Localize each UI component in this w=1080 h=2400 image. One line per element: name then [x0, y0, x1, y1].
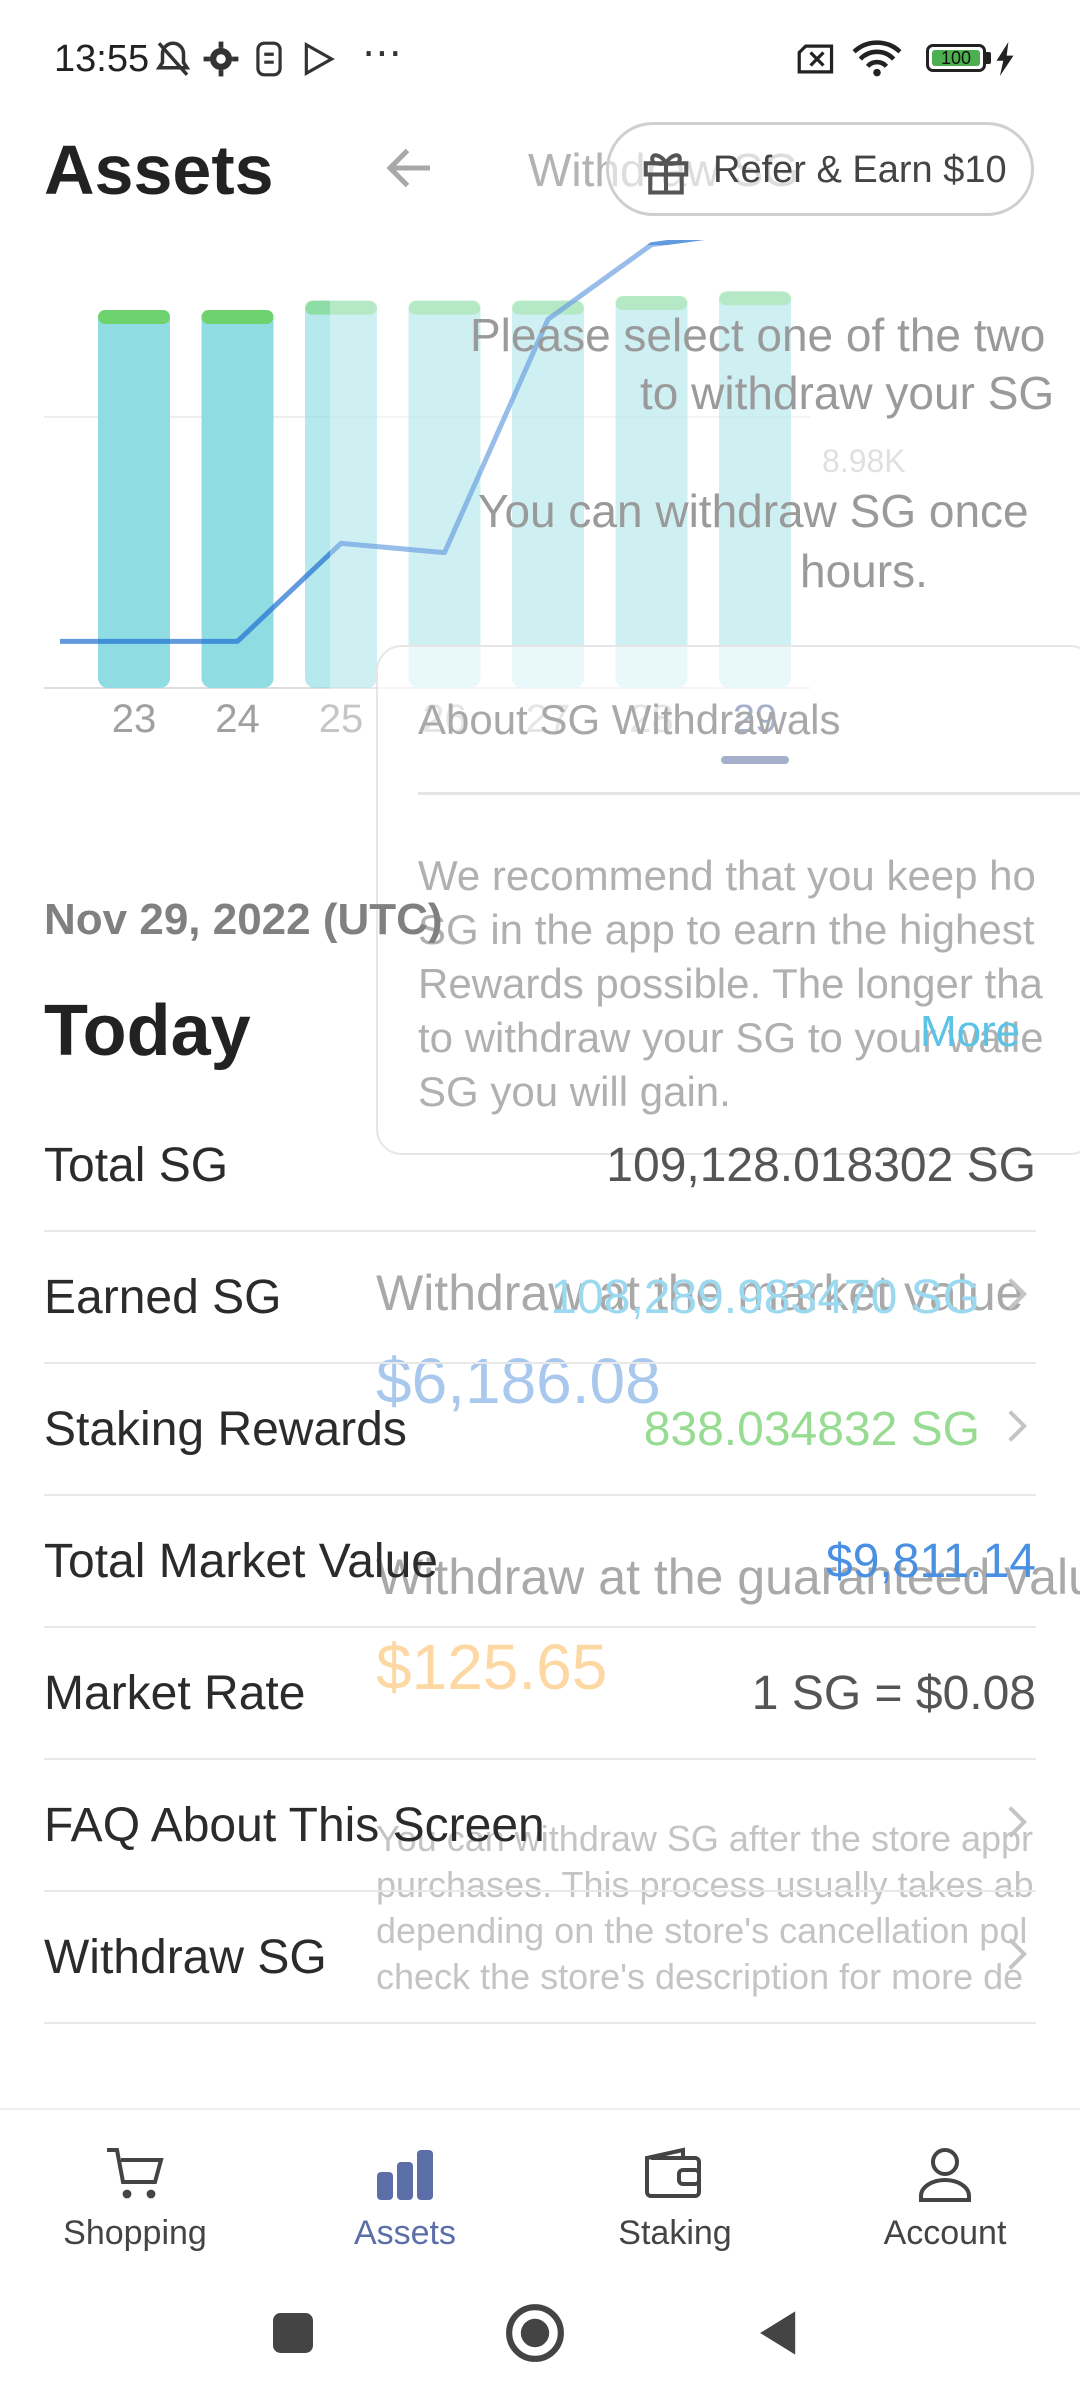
chart-x-tick[interactable]: 23 — [112, 697, 157, 741]
back-arrow-icon[interactable] — [380, 138, 440, 198]
more-dots-icon: ⋯ — [362, 31, 402, 75]
overlay-instruction-line: Please select one of the two — [470, 309, 1046, 361]
bar-chart-icon — [377, 2150, 433, 2200]
row-value: 109,128.018302 SG — [606, 1139, 1036, 1192]
chevron-right-icon — [1008, 1938, 1028, 1970]
battery-tip — [986, 52, 991, 64]
chart-bar[interactable] — [98, 310, 170, 688]
row-market-rate: Market Rate 1 SG = $0.08 — [44, 1628, 1036, 1760]
row-label: Staking Rewards — [44, 1403, 407, 1456]
page-title: Assets — [44, 131, 274, 209]
about-withdrawals-title: About SG Withdrawals — [418, 696, 841, 743]
chart-bar-cap — [98, 310, 170, 324]
nav-account[interactable]: Account — [810, 2110, 1080, 2270]
card-body-line: Rewards possible. The longer tha — [418, 960, 1043, 1007]
row-label: Withdraw SG — [44, 1931, 327, 1984]
nav-label: Account — [883, 2214, 1007, 2252]
chevron-right-icon — [1008, 1806, 1028, 1838]
nav-label: Shopping — [63, 2214, 207, 2252]
card-divider — [418, 792, 1080, 795]
back-icon[interactable] — [752, 2306, 806, 2360]
more-link[interactable]: More — [920, 1007, 1020, 1057]
wallet-icon — [645, 2147, 701, 2198]
chevron-right-icon — [1008, 1410, 1028, 1442]
bottom-nav: Shopping Assets Staking Account — [0, 2108, 1080, 2270]
nav-label: Assets — [353, 2214, 457, 2252]
recents-icon[interactable] — [268, 2308, 318, 2358]
row-value: 838.034832 SG — [643, 1403, 980, 1456]
row-faq[interactable]: FAQ About This Screen — [44, 1760, 1036, 1892]
row-staking-rewards[interactable]: Staking Rewards 838.034832 SG — [44, 1364, 1036, 1496]
system-nav — [0, 2268, 1080, 2400]
overlay-instruction-line: to withdraw your SG — [640, 367, 1055, 419]
nav-label: Staking — [618, 2214, 732, 2252]
play-store-icon — [304, 42, 335, 76]
sim-icon — [256, 41, 282, 77]
row-label: Total Market Value — [44, 1535, 438, 1588]
chart-bar-cap — [201, 310, 274, 324]
refer-earn-label: Refer & Earn $10 — [713, 149, 1007, 191]
wifi-icon — [852, 40, 902, 77]
battery-icon: 100 — [926, 44, 986, 72]
status-bar: 13:55 ⋯ 100 — [0, 0, 1080, 120]
chart-x-tick[interactable]: 24 — [215, 697, 260, 741]
charging-icon — [996, 42, 1014, 76]
row-total-sg: Total SG 109,128.018302 SG — [44, 1100, 1036, 1232]
date-label: Nov 29, 2022 (UTC) — [44, 895, 443, 944]
row-label: Earned SG — [44, 1271, 282, 1324]
refer-earn-button[interactable]: Refer & Earn $10 — [606, 122, 1034, 216]
nav-shopping[interactable]: Shopping — [0, 2110, 270, 2270]
person-icon — [919, 2148, 971, 2202]
row-earned-sg[interactable]: Earned SG 108,289.983470 SG — [44, 1232, 1036, 1364]
cart-icon — [107, 2148, 164, 2199]
overlay-instruction-line: You can withdraw SG once — [478, 485, 1029, 537]
nav-assets[interactable]: Assets — [270, 2110, 540, 2270]
card-body-line: We recommend that you keep ho — [418, 852, 1036, 899]
row-label: FAQ About This Screen — [44, 1799, 545, 1852]
home-icon[interactable] — [504, 2302, 566, 2364]
gift-icon — [643, 153, 689, 195]
row-label: Market Rate — [44, 1667, 306, 1720]
overlay-instruction-line: hours. — [800, 545, 928, 597]
no-sim-icon — [797, 44, 834, 74]
row-withdraw-sg[interactable]: Withdraw SG — [44, 1892, 1036, 2024]
battery-level: 100 — [932, 49, 980, 67]
bell-off-icon — [155, 41, 191, 76]
chart-bar[interactable] — [201, 310, 274, 688]
card-body-line: SG in the app to earn the highest — [418, 906, 1035, 953]
row-value: 1 SG = $0.08 — [751, 1667, 1036, 1720]
row-total-market-value: Total Market Value $9,811.14 — [44, 1496, 1036, 1628]
row-value: 108,289.983470 SG — [550, 1271, 980, 1324]
status-time: 13:55 — [54, 38, 150, 80]
today-heading: Today — [44, 991, 251, 1071]
row-value: $9,811.14 — [826, 1535, 1036, 1588]
chevron-right-icon — [1008, 1278, 1028, 1310]
row-label: Total SG — [44, 1139, 229, 1192]
gear-icon — [203, 41, 239, 77]
nav-staking[interactable]: Staking — [540, 2110, 810, 2270]
